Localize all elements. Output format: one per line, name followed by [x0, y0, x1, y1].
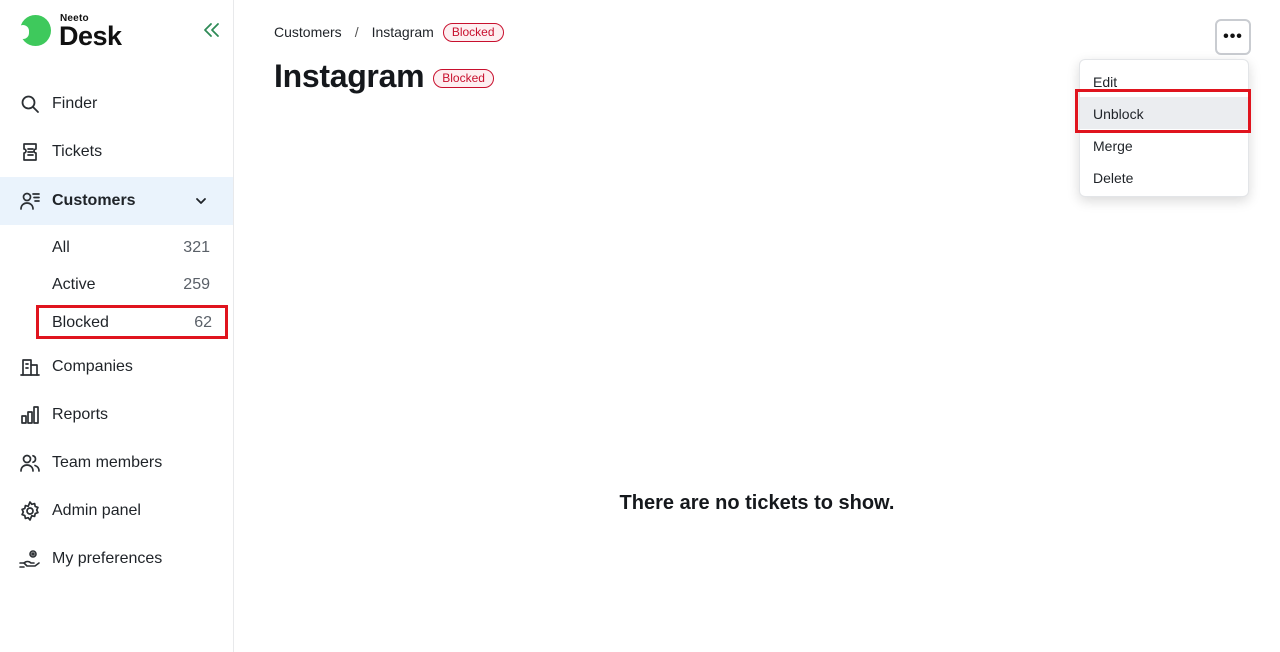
- breadcrumb: Customers / Instagram Blocked: [274, 22, 504, 42]
- menu-item-label: Delete: [1093, 170, 1134, 186]
- sidebar-item-my-preferences[interactable]: My preferences: [0, 535, 233, 583]
- subitem-label: All: [52, 239, 70, 256]
- sidebar-subitem-blocked[interactable]: Blocked 62: [36, 305, 228, 339]
- sidebar-item-label: Companies: [52, 358, 133, 375]
- sidebar: Neeto Desk Finder Tickets Customers All …: [0, 0, 234, 652]
- page-header: Instagram Blocked: [274, 58, 494, 95]
- bar-chart-icon: [19, 404, 41, 426]
- sidebar-subitem-active[interactable]: Active 259: [36, 267, 226, 301]
- subitem-count: 62: [194, 314, 212, 331]
- customers-icon: [19, 190, 41, 212]
- menu-item-delete[interactable]: Delete: [1080, 161, 1250, 193]
- gear-icon: [19, 500, 41, 522]
- menu-item-merge[interactable]: Merge: [1080, 129, 1250, 161]
- sidebar-item-label: Team members: [52, 454, 163, 471]
- menu-item-label: Merge: [1093, 138, 1133, 154]
- empty-state-message: There are no tickets to show.: [619, 492, 895, 514]
- sidebar-item-tickets[interactable]: Tickets: [0, 128, 233, 176]
- more-dots-icon: •••: [1223, 28, 1243, 45]
- sidebar-item-reports[interactable]: Reports: [0, 391, 233, 439]
- subitem-count: 321: [183, 239, 210, 256]
- collapse-sidebar-icon[interactable]: [201, 19, 223, 41]
- subitem-label: Blocked: [52, 314, 109, 331]
- sidebar-item-label: Customers: [52, 192, 136, 209]
- logo-mark-icon: [17, 15, 51, 46]
- menu-item-label: Unblock: [1093, 106, 1144, 122]
- menu-item-edit[interactable]: Edit: [1080, 65, 1250, 97]
- sidebar-subitem-all[interactable]: All 321: [36, 230, 226, 264]
- sidebar-item-customers[interactable]: Customers: [0, 177, 233, 225]
- subitem-count: 259: [183, 276, 210, 293]
- breadcrumb-current: Instagram: [371, 24, 434, 40]
- subitem-label: Active: [52, 276, 96, 293]
- more-actions-button[interactable]: •••: [1215, 19, 1251, 55]
- sidebar-item-admin-panel[interactable]: Admin panel: [0, 487, 233, 535]
- search-icon: [19, 93, 41, 115]
- sidebar-item-label: Admin panel: [52, 502, 141, 519]
- sidebar-item-companies[interactable]: Companies: [0, 343, 233, 391]
- menu-item-label: Edit: [1093, 74, 1118, 90]
- neetodesk-logo[interactable]: Neeto Desk: [17, 13, 150, 53]
- title-status-badge: Blocked: [433, 68, 494, 88]
- sidebar-item-label: Tickets: [52, 143, 103, 160]
- breadcrumb-customers-link[interactable]: Customers: [274, 24, 342, 40]
- team-icon: [19, 452, 41, 474]
- sidebar-item-label: Reports: [52, 406, 109, 423]
- building-icon: [19, 356, 41, 378]
- actions-dropdown-menu: Edit Unblock Merge Delete: [1079, 59, 1250, 197]
- logo-big-text: Desk: [59, 21, 122, 51]
- sidebar-item-team-members[interactable]: Team members: [0, 439, 233, 487]
- sidebar-item-label: My preferences: [52, 550, 163, 567]
- page-title: Instagram: [274, 58, 425, 94]
- sidebar-item-finder[interactable]: Finder: [0, 80, 233, 128]
- sidebar-item-label: Finder: [52, 95, 98, 112]
- chevron-down-icon[interactable]: [193, 193, 209, 209]
- status-badge: Blocked: [442, 22, 504, 42]
- menu-item-unblock[interactable]: Unblock: [1080, 97, 1250, 129]
- preferences-icon: [19, 548, 41, 570]
- ticket-icon: [19, 141, 41, 163]
- breadcrumb-separator: /: [354, 24, 359, 40]
